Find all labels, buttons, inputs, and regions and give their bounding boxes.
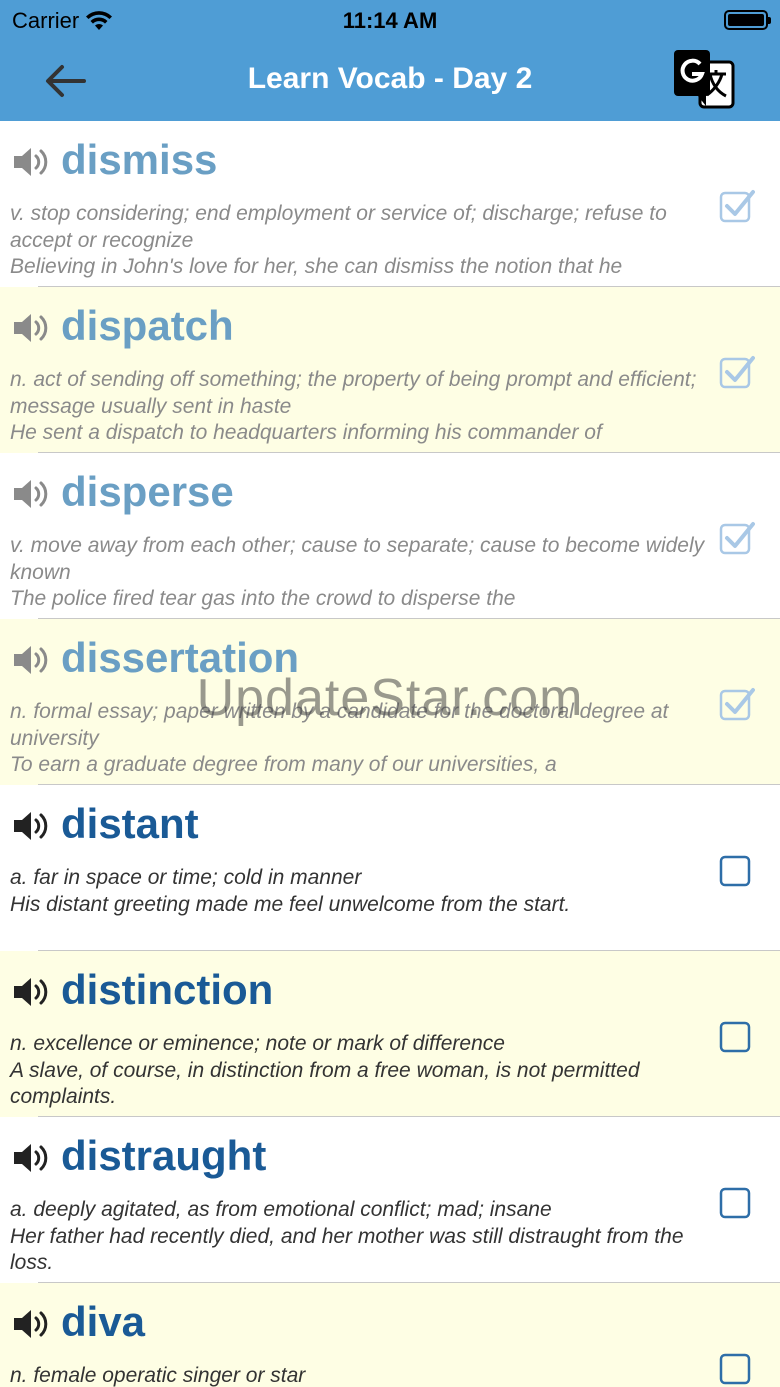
speaker-icon[interactable]: [12, 975, 50, 1009]
vocab-definition-block: v. stop considering; end employment or s…: [10, 201, 710, 281]
vocab-example: A slave, of course, in distinction from …: [10, 1058, 640, 1109]
vocab-word: distraught: [61, 1132, 267, 1179]
learned-checkbox[interactable]: [719, 1019, 755, 1055]
page-title: Learn Vocab - Day 2: [247, 62, 533, 95]
speaker-icon[interactable]: [12, 809, 50, 843]
vocab-definition: v. stop considering; end employment or s…: [10, 202, 667, 252]
vocab-definition: n. excellence or eminence; note or mark …: [10, 1032, 505, 1055]
learned-checkbox[interactable]: [719, 1185, 755, 1221]
learned-checkbox-checked[interactable]: [719, 687, 755, 723]
vocab-word: disperse: [61, 468, 234, 515]
vocab-row-dismiss[interactable]: dismiss v. stop considering; end employm…: [0, 121, 780, 287]
vocab-definition-block: a. far in space or time; cold in manner …: [10, 865, 710, 918]
vocab-row-diva[interactable]: diva n. female operatic singer or star: [0, 1283, 780, 1387]
status-bar: Carrier 11:14 AM: [0, 0, 780, 40]
learned-checkbox-checked[interactable]: [719, 521, 755, 557]
vocab-list: dismiss v. stop considering; end employm…: [0, 121, 780, 1387]
learned-checkbox[interactable]: [719, 1351, 755, 1387]
vocab-definition-block: n. formal essay; paper written by a cand…: [10, 699, 710, 779]
vocab-example: Her father had recently died, and her mo…: [10, 1224, 684, 1275]
battery-icon: [724, 10, 771, 30]
vocab-example: He sent a dispatch to headquarters infor…: [10, 421, 602, 444]
vocab-definition-block: v. move away from each other; cause to s…: [10, 533, 710, 613]
vocab-word: diva: [61, 1298, 146, 1345]
learned-checkbox[interactable]: [719, 853, 755, 889]
vocab-definition: n. female operatic singer or star: [10, 1364, 306, 1387]
speaker-icon[interactable]: [12, 1307, 50, 1341]
translate-button[interactable]: [672, 48, 736, 112]
vocab-definition: a. deeply agitated, as from emotional co…: [10, 1198, 552, 1221]
vocab-definition: n. formal essay; paper written by a cand…: [10, 700, 669, 750]
speaker-icon[interactable]: [12, 1141, 50, 1175]
vocab-definition: a. far in space or time; cold in manner: [10, 866, 362, 889]
vocab-word: distinction: [61, 966, 274, 1013]
vocab-definition-block: a. deeply agitated, as from emotional co…: [10, 1197, 710, 1277]
vocab-definition: n. act of sending off something; the pro…: [10, 368, 697, 418]
vocab-row-distinction[interactable]: distinction n. excellence or eminence; n…: [0, 951, 780, 1117]
speaker-icon[interactable]: [12, 643, 50, 677]
vocab-example: To earn a graduate degree from many of o…: [10, 753, 557, 776]
vocab-word: dissertation: [61, 634, 300, 681]
vocab-example: The police fired tear gas into the crowd…: [10, 587, 516, 610]
vocab-definition-block: n. female operatic singer or star: [10, 1363, 710, 1387]
vocab-word: dismiss: [61, 136, 218, 183]
vocab-word: dispatch: [61, 302, 234, 349]
vocab-row-distraught[interactable]: distraught a. deeply agitated, as from e…: [0, 1117, 780, 1283]
vocab-row-distant[interactable]: distant a. far in space or time; cold in…: [0, 785, 780, 951]
vocab-example: His distant greeting made me feel unwelc…: [10, 892, 571, 916]
learned-checkbox-checked[interactable]: [719, 355, 755, 391]
google-translate-icon: [674, 50, 735, 109]
speaker-icon[interactable]: [12, 477, 50, 511]
speaker-icon[interactable]: [12, 311, 50, 345]
navigation-bar: Learn Vocab - Day 2: [0, 40, 780, 121]
vocab-definition-block: n. excellence or eminence; note or mark …: [10, 1031, 710, 1111]
vocab-definition: v. move away from each other; cause to s…: [10, 534, 705, 584]
vocab-row-disperse[interactable]: disperse v. move away from each other; c…: [0, 453, 780, 619]
status-time: 11:14 AM: [342, 8, 438, 33]
vocab-row-dissertation[interactable]: dissertation n. formal essay; paper writ…: [0, 619, 780, 785]
learned-checkbox-checked[interactable]: [719, 189, 755, 225]
speaker-icon[interactable]: [12, 145, 50, 179]
vocab-example: Believing in John's love for her, she ca…: [10, 255, 623, 278]
vocab-word: distant: [61, 800, 199, 847]
vocab-row-dispatch[interactable]: dispatch n. act of sending off something…: [0, 287, 780, 453]
vocab-definition-block: n. act of sending off something; the pro…: [10, 367, 710, 447]
